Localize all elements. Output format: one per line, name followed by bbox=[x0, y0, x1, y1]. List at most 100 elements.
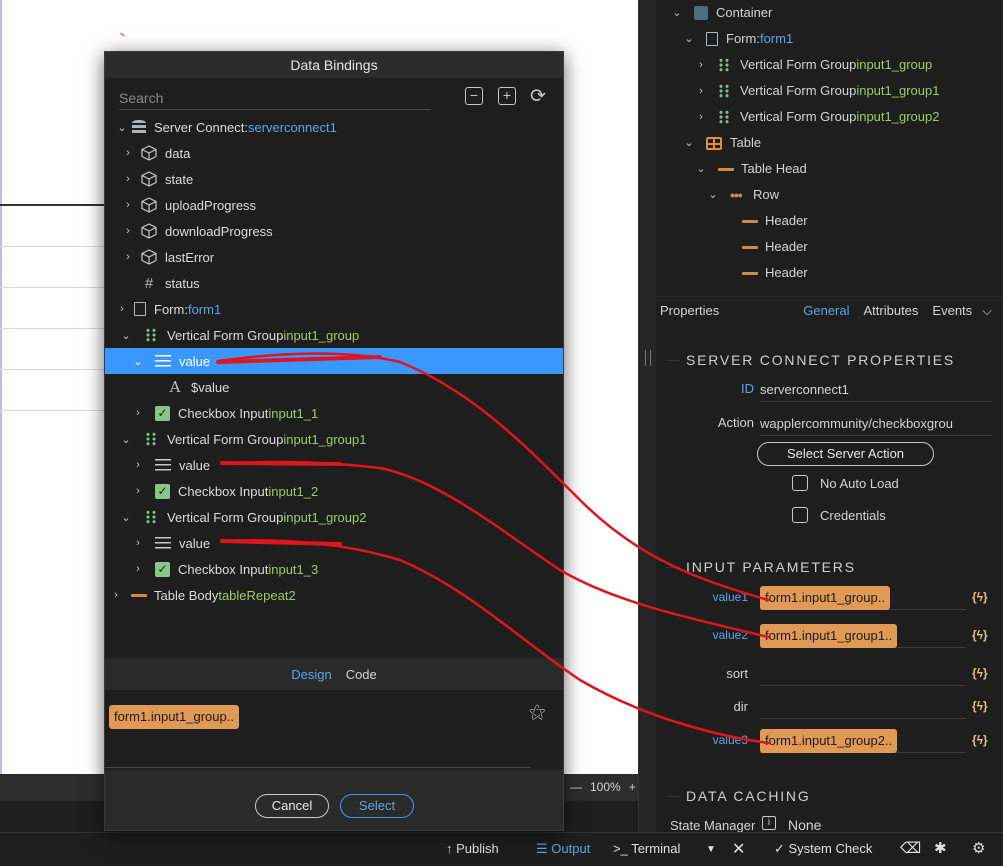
param-field-dir[interactable] bbox=[760, 695, 966, 719]
param-chip-value3[interactable]: form1.input1_group2.. bbox=[760, 729, 898, 753]
select-button[interactable]: Select bbox=[340, 794, 414, 818]
chevron-down-icon[interactable]: ⌄ bbox=[115, 121, 129, 134]
chevron-down-icon[interactable]: ⌵ bbox=[982, 303, 992, 319]
chevron-down-icon[interactable]: ⌄ bbox=[131, 355, 145, 368]
cube-icon bbox=[141, 171, 157, 187]
expression-editor[interactable]: form1.input1_group.. ⚝ bbox=[105, 690, 563, 770]
tree-item-value[interactable]: › value bbox=[105, 530, 563, 556]
chevron-down-icon[interactable]: ⌄ bbox=[682, 26, 696, 52]
structure-item-form[interactable]: ⌄ Form: form1 bbox=[682, 26, 793, 52]
structure-item-container[interactable]: ⌄ Container bbox=[670, 0, 772, 26]
magic-wand-icon[interactable]: ⚝ bbox=[529, 702, 546, 722]
chevron-right-icon[interactable]: › bbox=[131, 537, 145, 549]
chevron-right-icon[interactable]: › bbox=[131, 485, 145, 497]
structure-item-row[interactable]: ⌄ ••• Row bbox=[706, 182, 779, 208]
tree-item-form[interactable]: › Form: form1 bbox=[105, 296, 563, 322]
tree-item-data[interactable]: › data bbox=[105, 140, 563, 166]
tab-code[interactable]: Code bbox=[346, 667, 377, 682]
structure-item-header[interactable]: Header bbox=[742, 260, 808, 286]
terminal-dropdown-icon[interactable]: ▼ bbox=[706, 844, 716, 855]
tab-attributes[interactable]: Attributes bbox=[864, 303, 919, 318]
chevron-right-icon[interactable]: › bbox=[131, 563, 145, 575]
expression-chip[interactable]: form1.input1_group.. bbox=[109, 705, 239, 729]
chevron-right-icon[interactable]: › bbox=[121, 199, 135, 211]
structure-item-table[interactable]: ⌄ Table bbox=[682, 130, 761, 156]
tree-item-status[interactable]: # status bbox=[105, 270, 563, 296]
tree-item-download-progress[interactable]: › downloadProgress bbox=[105, 218, 563, 244]
structure-item-header[interactable]: Header bbox=[742, 208, 808, 234]
publish-button[interactable]: ↑ Publish bbox=[446, 841, 499, 856]
state-manager-select[interactable]: None bbox=[788, 817, 821, 833]
chevron-right-icon[interactable]: › bbox=[694, 78, 708, 104]
tree-item-upload-progress[interactable]: › uploadProgress bbox=[105, 192, 563, 218]
structure-item-table-head[interactable]: ⌄ Table Head bbox=[694, 156, 806, 182]
tree-item-checkbox-input[interactable]: › ✓ Checkbox Input input1_3 bbox=[105, 556, 563, 582]
dynamic-data-icon[interactable]: {ϟ} bbox=[972, 590, 988, 604]
cancel-button[interactable]: Cancel bbox=[255, 794, 329, 818]
param-chip-value1[interactable]: form1.input1_group.. bbox=[760, 586, 890, 610]
tree-item-last-error[interactable]: › lastError bbox=[105, 244, 563, 270]
chevron-right-icon[interactable]: › bbox=[109, 589, 123, 601]
param-chip-value2[interactable]: form1.input1_group1.. bbox=[760, 624, 898, 648]
chevron-right-icon[interactable]: › bbox=[694, 52, 708, 78]
structure-item-form-group[interactable]: › Vertical Form Group input1_group2 bbox=[694, 104, 939, 130]
chevron-down-icon[interactable]: ⌄ bbox=[706, 182, 720, 208]
chevron-right-icon[interactable]: › bbox=[121, 225, 135, 237]
tree-item-table-body[interactable]: › Table Body tableRepeat2 bbox=[105, 582, 563, 608]
tree-item-checkbox-input[interactable]: › ✓ Checkbox Input input1_2 bbox=[105, 478, 563, 504]
tree-item-form-group[interactable]: ⌄ Vertical Form Group input1_group1 bbox=[105, 426, 563, 452]
chevron-down-icon[interactable]: ⌄ bbox=[119, 329, 133, 342]
tab-events[interactable]: Events bbox=[932, 303, 972, 318]
id-field[interactable]: serverconnect1 bbox=[760, 378, 992, 402]
tab-design[interactable]: Design bbox=[291, 667, 331, 682]
tab-general[interactable]: General bbox=[803, 303, 849, 318]
tree-item-form-group[interactable]: ⌄ Vertical Form Group input1_group bbox=[105, 322, 563, 348]
chevron-down-icon[interactable]: ⌄ bbox=[119, 511, 133, 524]
splitter-grip[interactable] bbox=[645, 350, 651, 366]
search-input[interactable] bbox=[119, 86, 431, 110]
dynamic-data-icon[interactable]: {ϟ} bbox=[972, 666, 988, 680]
zoom-in-button[interactable]: + bbox=[629, 780, 636, 794]
zoom-out-button[interactable]: — bbox=[570, 780, 582, 794]
system-check-button[interactable]: ✓ System Check bbox=[774, 841, 872, 857]
bug-icon[interactable]: ✱ bbox=[934, 839, 947, 857]
structure-item-form-group[interactable]: › Vertical Form Group input1_group bbox=[694, 52, 932, 78]
refresh-icon[interactable]: ⟳ bbox=[530, 85, 546, 108]
tree-item-server-connect[interactable]: ⌄ Server Connect: serverconnect1 bbox=[105, 114, 563, 140]
eraser-icon[interactable]: ⌫ bbox=[900, 839, 921, 857]
dynamic-data-icon[interactable]: {ϟ} bbox=[972, 733, 988, 747]
structure-item-header[interactable]: Header bbox=[742, 234, 808, 260]
param-field-sort[interactable] bbox=[760, 662, 966, 686]
structure-item-form-group[interactable]: › Vertical Form Group input1_group1 bbox=[694, 78, 939, 104]
expand-all-icon[interactable]: + bbox=[498, 87, 516, 105]
tree-item-state[interactable]: › state bbox=[105, 166, 563, 192]
credentials-checkbox[interactable] bbox=[792, 507, 808, 523]
chevron-right-icon[interactable]: › bbox=[121, 173, 135, 185]
chevron-right-icon[interactable]: › bbox=[131, 407, 145, 419]
chevron-down-icon[interactable]: ⌄ bbox=[670, 0, 684, 26]
chevron-right-icon[interactable]: › bbox=[131, 459, 145, 471]
tree-item-checkbox-input[interactable]: › ✓ Checkbox Input input1_1 bbox=[105, 400, 563, 426]
close-icon[interactable]: ✕ bbox=[732, 839, 745, 859]
chevron-right-icon[interactable]: › bbox=[694, 104, 708, 130]
chevron-down-icon[interactable]: ⌄ bbox=[119, 433, 133, 446]
chevron-down-icon[interactable]: ⌄ bbox=[682, 130, 696, 156]
tree-item-form-group[interactable]: ⌄ Vertical Form Group input1_group2 bbox=[105, 504, 563, 530]
terminal-button[interactable]: >_ Terminal bbox=[613, 841, 680, 856]
dynamic-data-icon[interactable]: {ϟ} bbox=[972, 699, 988, 713]
settings-icon[interactable]: ⚙ bbox=[972, 839, 985, 857]
action-field[interactable]: wapplercommunity/checkboxgrou bbox=[760, 412, 992, 436]
chevron-right-icon[interactable]: › bbox=[121, 251, 135, 263]
tree-item-value[interactable]: › value bbox=[105, 452, 563, 478]
output-button[interactable]: ☰ Output bbox=[536, 841, 590, 857]
tree-item-value-selected[interactable]: ⌄ value bbox=[105, 348, 563, 374]
tree-item-dollar-value[interactable]: A $value bbox=[105, 374, 563, 400]
panel-splitter[interactable] bbox=[638, 0, 656, 832]
no-auto-load-checkbox[interactable] bbox=[792, 475, 808, 491]
dynamic-data-icon[interactable]: {ϟ} bbox=[972, 628, 988, 642]
chevron-right-icon[interactable]: › bbox=[121, 147, 135, 159]
chevron-right-icon[interactable]: › bbox=[115, 303, 129, 315]
collapse-all-icon[interactable]: − bbox=[465, 87, 483, 105]
chevron-down-icon[interactable]: ⌄ bbox=[694, 156, 708, 182]
select-server-action-button[interactable]: Select Server Action bbox=[757, 442, 934, 466]
